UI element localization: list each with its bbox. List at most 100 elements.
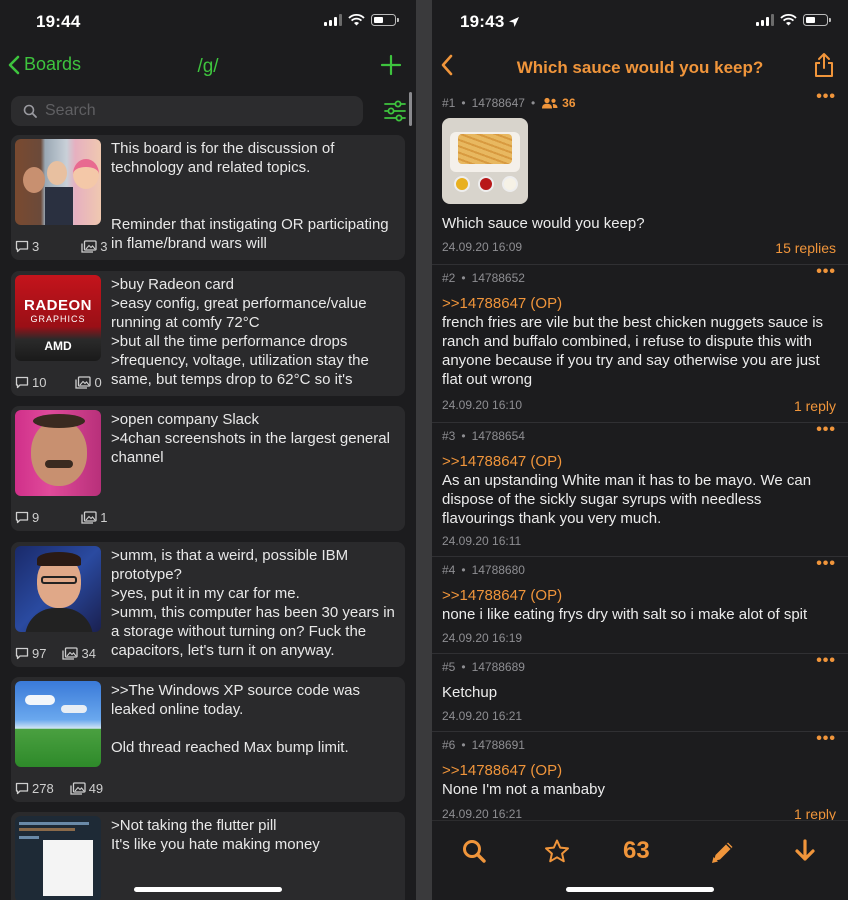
status-bar: 19:43 [432, 0, 848, 44]
thread-thumbnail [15, 546, 101, 632]
reply-count: 10 [32, 375, 47, 390]
post-quote-link[interactable]: >>14788647 (OP) [442, 761, 838, 780]
wifi-icon [780, 14, 797, 26]
post[interactable]: #3 • 14788654 ••• >>14788647 (OP) As an u… [432, 421, 848, 557]
image-count: 34 [81, 646, 96, 661]
image-count: 3 [100, 239, 108, 254]
post-body: Ketchup [442, 684, 498, 701]
image-count: 0 [94, 375, 102, 390]
filter-button[interactable] [383, 98, 407, 129]
post[interactable]: #2 • 14788652 ••• >>14788647 (OP) french … [432, 263, 848, 423]
search-box[interactable] [11, 96, 363, 126]
post-id: 14788691 [471, 738, 525, 752]
search-button[interactable] [462, 839, 486, 868]
post-date: 24.09.20 16:21 [442, 709, 523, 723]
thread-card[interactable]: RADEON GRAPHICS AMD >buy Radeon card >ea… [11, 271, 405, 396]
search-input[interactable] [45, 102, 325, 120]
images-icon [81, 240, 97, 253]
post-menu-button[interactable]: ••• [816, 263, 836, 281]
search-row [11, 96, 407, 126]
scroll-indicator[interactable] [409, 92, 412, 126]
reply-count: 97 [32, 646, 47, 661]
comment-icon [15, 240, 29, 253]
location-icon [509, 17, 520, 27]
replies-link[interactable]: 1 reply [794, 398, 836, 414]
reply-count: 278 [32, 781, 54, 796]
post-quote-link[interactable]: >>14788647 (OP) [442, 294, 838, 313]
post-number: #1 [442, 96, 456, 110]
post-quote-link[interactable]: >>14788647 (OP) [442, 452, 838, 471]
comment-icon [15, 376, 29, 389]
new-thread-button[interactable] [380, 54, 402, 81]
post[interactable]: #1 • 14788647 • 36 ••• Which sauce would y… [432, 90, 848, 265]
post-menu-button[interactable]: ••• [816, 421, 836, 439]
status-bar: 19:44 [0, 0, 416, 44]
battery-icon [803, 14, 831, 26]
plus-icon [380, 54, 402, 76]
status-time: 19:43 [460, 12, 505, 31]
post-body: None I'm not a manbaby [442, 781, 605, 798]
post[interactable]: #5 • 14788689 ••• Ketchup 24.09.20 16:21 [432, 652, 848, 732]
post[interactable]: #6 • 14788691 ••• >>14788647 (OP) None I'… [432, 730, 848, 830]
post-body: Which sauce would you keep? [442, 215, 645, 232]
images-icon [70, 782, 86, 795]
signal-icon [324, 14, 342, 26]
thread-screen: 19:43 Which sauce would you keep? #1 • 14… [432, 0, 848, 900]
reply-button[interactable] [710, 839, 736, 870]
comment-icon [15, 647, 29, 660]
wifi-icon [348, 14, 365, 26]
image-count: 1 [100, 510, 108, 525]
images-icon [75, 376, 92, 389]
comment-icon [15, 511, 29, 524]
search-icon [23, 104, 37, 118]
post-list: #1 • 14788647 • 36 ••• Which sauce would y… [432, 90, 848, 830]
screen-divider [416, 0, 432, 900]
post-body: none i like eating frys dry with salt so… [442, 606, 808, 623]
filter-icon [384, 100, 406, 122]
battery-icon [371, 14, 399, 26]
comment-icon [15, 782, 29, 795]
post-number: #5 [442, 660, 456, 674]
radeon-logo: RADEON [23, 297, 92, 314]
thread-card[interactable]: This board is for the discussion of tech… [11, 135, 405, 260]
post-id: 14788654 [471, 429, 525, 443]
thread-card[interactable]: >>The Windows XP source code was leaked … [11, 677, 405, 802]
post-image[interactable] [442, 118, 528, 204]
post-date: 24.09.20 16:10 [442, 398, 523, 412]
pencil-icon [712, 842, 733, 863]
post-date: 24.09.20 16:11 [442, 534, 522, 548]
share-icon [815, 53, 833, 77]
board-title: /g/ [197, 56, 219, 77]
thread-text: >buy Radeon card >easy config, great per… [111, 276, 369, 388]
share-button[interactable] [814, 52, 834, 83]
post-quote-link[interactable]: >>14788647 (OP) [442, 586, 838, 605]
images-icon [81, 511, 97, 524]
post-menu-button[interactable]: ••• [816, 90, 836, 106]
home-indicator [566, 887, 714, 892]
favorite-button[interactable] [544, 839, 570, 868]
post-menu-button[interactable]: ••• [816, 652, 836, 670]
post[interactable]: #4 • 14788680 ••• >>14788647 (OP) none i … [432, 555, 848, 654]
post-date: 24.09.20 16:21 [442, 807, 523, 821]
thread-card[interactable]: >umm, is that a weird, possible IBM prot… [11, 542, 405, 667]
post-menu-button[interactable]: ••• [816, 555, 836, 573]
post-id: 14788689 [471, 660, 525, 674]
thread-thumbnail [15, 410, 101, 496]
post-count-button[interactable]: 63 [623, 837, 650, 865]
thread-card[interactable]: >open company Slack >4chan screenshots i… [11, 406, 405, 531]
post-number: #4 [442, 563, 456, 577]
radeon-subtitle: GRAPHICS [30, 314, 86, 324]
post-menu-button[interactable]: ••• [816, 730, 836, 748]
post-id: 14788647 [471, 96, 525, 110]
post-id: 14788680 [471, 563, 525, 577]
status-time: 19:44 [36, 12, 81, 31]
reply-count: 3 [32, 239, 40, 254]
reply-count: 9 [32, 510, 40, 525]
post-number: #6 [442, 738, 456, 752]
back-button[interactable] [440, 54, 454, 76]
people-icon [542, 97, 558, 109]
thread-thumbnail [15, 139, 101, 225]
replies-link[interactable]: 15 replies [775, 240, 836, 256]
nav-bar: Boards /g/ [0, 44, 416, 90]
scroll-down-button[interactable] [794, 839, 816, 868]
